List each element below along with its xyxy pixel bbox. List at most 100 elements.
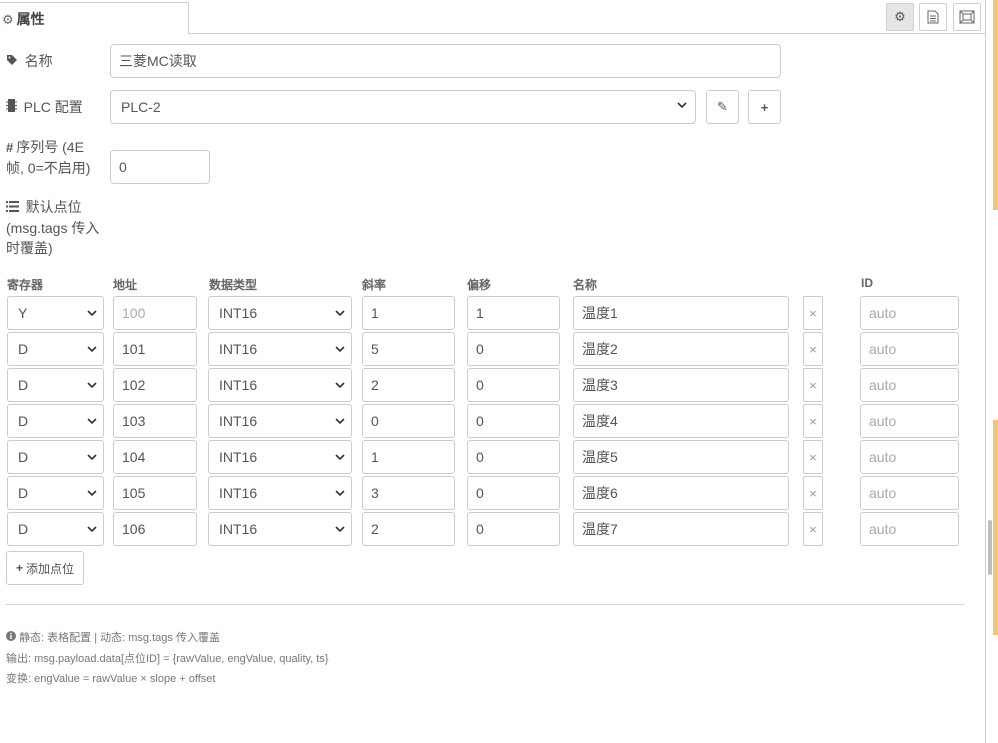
type-select[interactable]: INT16 bbox=[208, 368, 352, 402]
address-input[interactable]: 102 bbox=[113, 368, 197, 402]
tag-name-input[interactable]: 温度2 bbox=[573, 332, 789, 366]
id-input[interactable]: auto bbox=[860, 512, 959, 546]
chevron-down-icon bbox=[87, 454, 97, 461]
chevron-down-icon bbox=[335, 418, 345, 425]
tab-properties[interactable]: ⚙ 属性 bbox=[0, 2, 189, 35]
panel-border bbox=[985, 0, 986, 743]
slope-input[interactable]: 3 bbox=[362, 476, 455, 510]
register-select[interactable]: D bbox=[7, 368, 104, 402]
chevron-down-icon bbox=[87, 382, 97, 389]
remove-row-button[interactable]: × bbox=[803, 512, 823, 546]
slope-input[interactable]: 5 bbox=[362, 332, 455, 366]
type-select[interactable]: INT16 bbox=[208, 404, 352, 438]
type-select[interactable]: INT16 bbox=[208, 332, 352, 366]
tab-properties-label: 属性 bbox=[16, 11, 45, 27]
col-header-id: ID bbox=[861, 276, 873, 290]
id-input[interactable]: auto bbox=[860, 476, 959, 510]
plc-config-select[interactable]: PLC-2 bbox=[110, 90, 696, 124]
remove-row-button[interactable]: × bbox=[803, 476, 823, 510]
register-select[interactable]: Y bbox=[7, 296, 104, 330]
pencil-icon: ✎ bbox=[717, 99, 728, 114]
info-note-3: 变换: engValue = rawValue × slope + offset bbox=[6, 673, 216, 685]
chevron-down-icon bbox=[335, 382, 345, 389]
remove-row-button[interactable]: × bbox=[803, 404, 823, 438]
offset-input[interactable]: 0 bbox=[467, 512, 560, 546]
name-input[interactable]: 三菱MC读取 bbox=[110, 44, 781, 78]
chevron-down-icon bbox=[87, 418, 97, 425]
close-icon: × bbox=[809, 377, 817, 393]
address-input[interactable]: 100 bbox=[113, 296, 197, 330]
scrollbar-thumb[interactable] bbox=[988, 520, 992, 575]
plc-config-label: PLC 配置 bbox=[6, 97, 83, 118]
slope-input[interactable]: 1 bbox=[362, 296, 455, 330]
close-icon: × bbox=[809, 305, 817, 321]
add-tag-button[interactable]: + 添加点位 bbox=[6, 551, 84, 585]
address-input[interactable]: 104 bbox=[113, 440, 197, 474]
type-select[interactable]: INT16 bbox=[208, 440, 352, 474]
col-header-slope: 斜率 bbox=[362, 278, 387, 292]
id-input[interactable]: auto bbox=[860, 404, 959, 438]
col-header-register: 寄存器 bbox=[7, 278, 44, 292]
tag-name-input[interactable]: 温度3 bbox=[573, 368, 789, 402]
type-select[interactable]: INT16 bbox=[208, 476, 352, 510]
register-select[interactable]: D bbox=[7, 404, 104, 438]
chevron-down-icon bbox=[677, 102, 687, 109]
id-input[interactable]: auto bbox=[860, 296, 959, 330]
offset-input[interactable]: 0 bbox=[467, 404, 560, 438]
chip-icon bbox=[6, 99, 21, 115]
register-select[interactable]: D bbox=[7, 440, 104, 474]
type-select[interactable]: INT16 bbox=[208, 512, 352, 546]
description-button[interactable] bbox=[919, 3, 947, 31]
slope-input[interactable]: 2 bbox=[362, 368, 455, 402]
offset-input[interactable]: 0 bbox=[467, 476, 560, 510]
plus-icon: + bbox=[760, 99, 769, 115]
register-select[interactable]: D bbox=[7, 476, 104, 510]
expand-icon bbox=[959, 10, 975, 24]
tag-name-input[interactable]: 温度1 bbox=[573, 296, 789, 330]
plus-icon: + bbox=[15, 561, 23, 575]
remove-row-button[interactable]: × bbox=[803, 332, 823, 366]
offset-input[interactable]: 1 bbox=[467, 296, 560, 330]
tag-name-input[interactable]: 温度7 bbox=[573, 512, 789, 546]
scroll-marker bbox=[993, 420, 998, 635]
tag-name-input[interactable]: 温度6 bbox=[573, 476, 789, 510]
register-select[interactable]: D bbox=[7, 512, 104, 546]
info-note-2: 输出: msg.payload.data[点位ID] = {rawValue, … bbox=[6, 653, 329, 665]
address-input[interactable]: 105 bbox=[113, 476, 197, 510]
id-input[interactable]: auto bbox=[860, 440, 959, 474]
settings-button[interactable]: ⚙ bbox=[886, 3, 914, 31]
serial-label: # 序列号 (4E 帧, 0=不启用) bbox=[6, 139, 91, 176]
remove-row-button[interactable]: × bbox=[803, 440, 823, 474]
divider bbox=[6, 604, 965, 605]
offset-input[interactable]: 0 bbox=[467, 440, 560, 474]
id-input[interactable]: auto bbox=[860, 332, 959, 366]
tag-name-input[interactable]: 温度4 bbox=[573, 404, 789, 438]
appearance-button[interactable] bbox=[953, 3, 981, 31]
scroll-marker bbox=[993, 0, 998, 210]
close-icon: × bbox=[809, 521, 817, 537]
gear-icon: ⚙ bbox=[2, 12, 14, 27]
tag-name-input[interactable]: 温度5 bbox=[573, 440, 789, 474]
remove-row-button[interactable]: × bbox=[803, 296, 823, 330]
slope-input[interactable]: 2 bbox=[362, 512, 455, 546]
register-select[interactable]: D bbox=[7, 332, 104, 366]
offset-input[interactable]: 0 bbox=[467, 332, 560, 366]
col-header-name: 名称 bbox=[573, 278, 598, 292]
slope-input[interactable]: 1 bbox=[362, 440, 455, 474]
close-icon: × bbox=[809, 413, 817, 429]
edit-plc-button[interactable]: ✎ bbox=[706, 90, 739, 124]
document-icon bbox=[927, 10, 939, 24]
type-select[interactable]: INT16 bbox=[208, 296, 352, 330]
col-header-offset: 偏移 bbox=[467, 278, 492, 292]
col-header-type: 数据类型 bbox=[209, 278, 258, 292]
slope-input[interactable]: 0 bbox=[362, 404, 455, 438]
offset-input[interactable]: 0 bbox=[467, 368, 560, 402]
remove-row-button[interactable]: × bbox=[803, 368, 823, 402]
address-input[interactable]: 101 bbox=[113, 332, 197, 366]
address-input[interactable]: 106 bbox=[113, 512, 197, 546]
address-input[interactable]: 103 bbox=[113, 404, 197, 438]
add-plc-button[interactable]: + bbox=[748, 90, 781, 124]
default-tags-label: 默认点位 (msg.tags 传入 时覆盖) bbox=[6, 199, 100, 256]
id-input[interactable]: auto bbox=[860, 368, 959, 402]
serial-input[interactable]: 0 bbox=[110, 150, 210, 184]
